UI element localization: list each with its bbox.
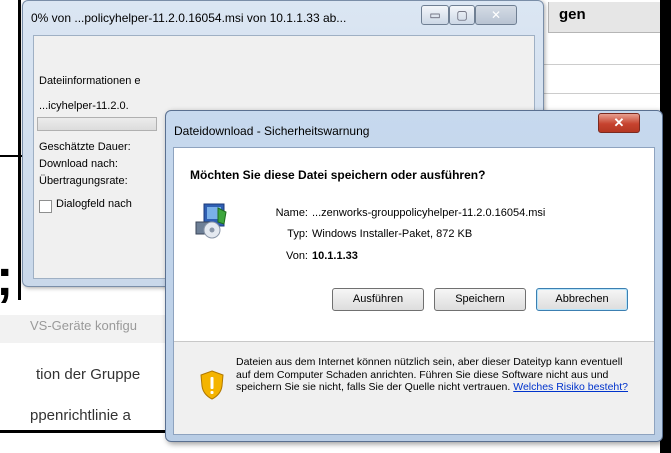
from-label: Von: — [285, 250, 308, 262]
file-name-label: ...icyhelper-11.2.0. — [39, 100, 129, 112]
download-progress-bar — [37, 117, 157, 131]
msi-installer-icon — [195, 203, 227, 239]
estimated-time-label: Geschätzte Dauer: — [39, 141, 131, 153]
name-value: ...zenworks-grouppolicyhelper-11.2.0.160… — [312, 207, 546, 219]
run-button[interactable]: Ausführen — [332, 288, 424, 311]
background-divider — [540, 93, 671, 94]
background-gray-text: VS-Geräte konfigu — [30, 318, 137, 333]
warning-text: Dateien aus dem Internet können nützlich… — [236, 356, 632, 394]
download-to-label: Download nach: — [39, 158, 118, 170]
background-text-line: tion der Gruppe — [36, 366, 141, 383]
risk-info-link[interactable]: Welches Risiko besteht? — [513, 381, 628, 393]
from-value: 10.1.1.33 — [312, 250, 358, 262]
background-big-glyph: ; — [0, 252, 13, 304]
type-label: Typ: — [287, 228, 308, 240]
save-button[interactable]: Speichern — [434, 288, 526, 311]
window-title: 0% von ...policyhelper-11.2.0.16054.msi … — [31, 11, 347, 25]
background-frame-edge — [18, 0, 21, 300]
file-info-label: Dateiinformationen e — [39, 75, 141, 87]
close-dialog-checkbox[interactable] — [39, 200, 52, 213]
warning-footer: Dateien aus dem Internet können nützlich… — [174, 342, 654, 434]
background-divider — [540, 64, 671, 65]
dialog-question: Möchten Sie diese Datei speichern oder a… — [190, 168, 486, 182]
cancel-button[interactable]: Abbrechen — [536, 288, 628, 311]
name-label: Name: — [275, 207, 308, 219]
background-tab[interactable]: gen — [548, 2, 671, 33]
close-dialog-checkbox-label: Dialogfeld nach — [56, 198, 132, 210]
dialog-title: Dateidownload - Sicherheitswarnung — [174, 124, 370, 138]
maximize-button[interactable]: ▢ — [449, 5, 475, 25]
close-button[interactable]: ✕ — [475, 5, 517, 25]
type-value: Windows Installer-Paket, 872 KB — [312, 228, 473, 240]
security-warning-dialog: Dateidownload - Sicherheitswarnung ✕ Möc… — [165, 110, 663, 442]
security-shield-icon — [200, 370, 224, 400]
background-text-line: ppenrichtlinie a — [30, 407, 131, 424]
close-button[interactable]: ✕ — [598, 113, 640, 133]
transfer-rate-label: Übertragungsrate: — [39, 175, 128, 187]
minimize-button[interactable]: ▭ — [421, 5, 449, 25]
background-tab-label: gen — [559, 6, 586, 23]
dialog-body: Möchten Sie diese Datei speichern oder a… — [173, 147, 655, 435]
